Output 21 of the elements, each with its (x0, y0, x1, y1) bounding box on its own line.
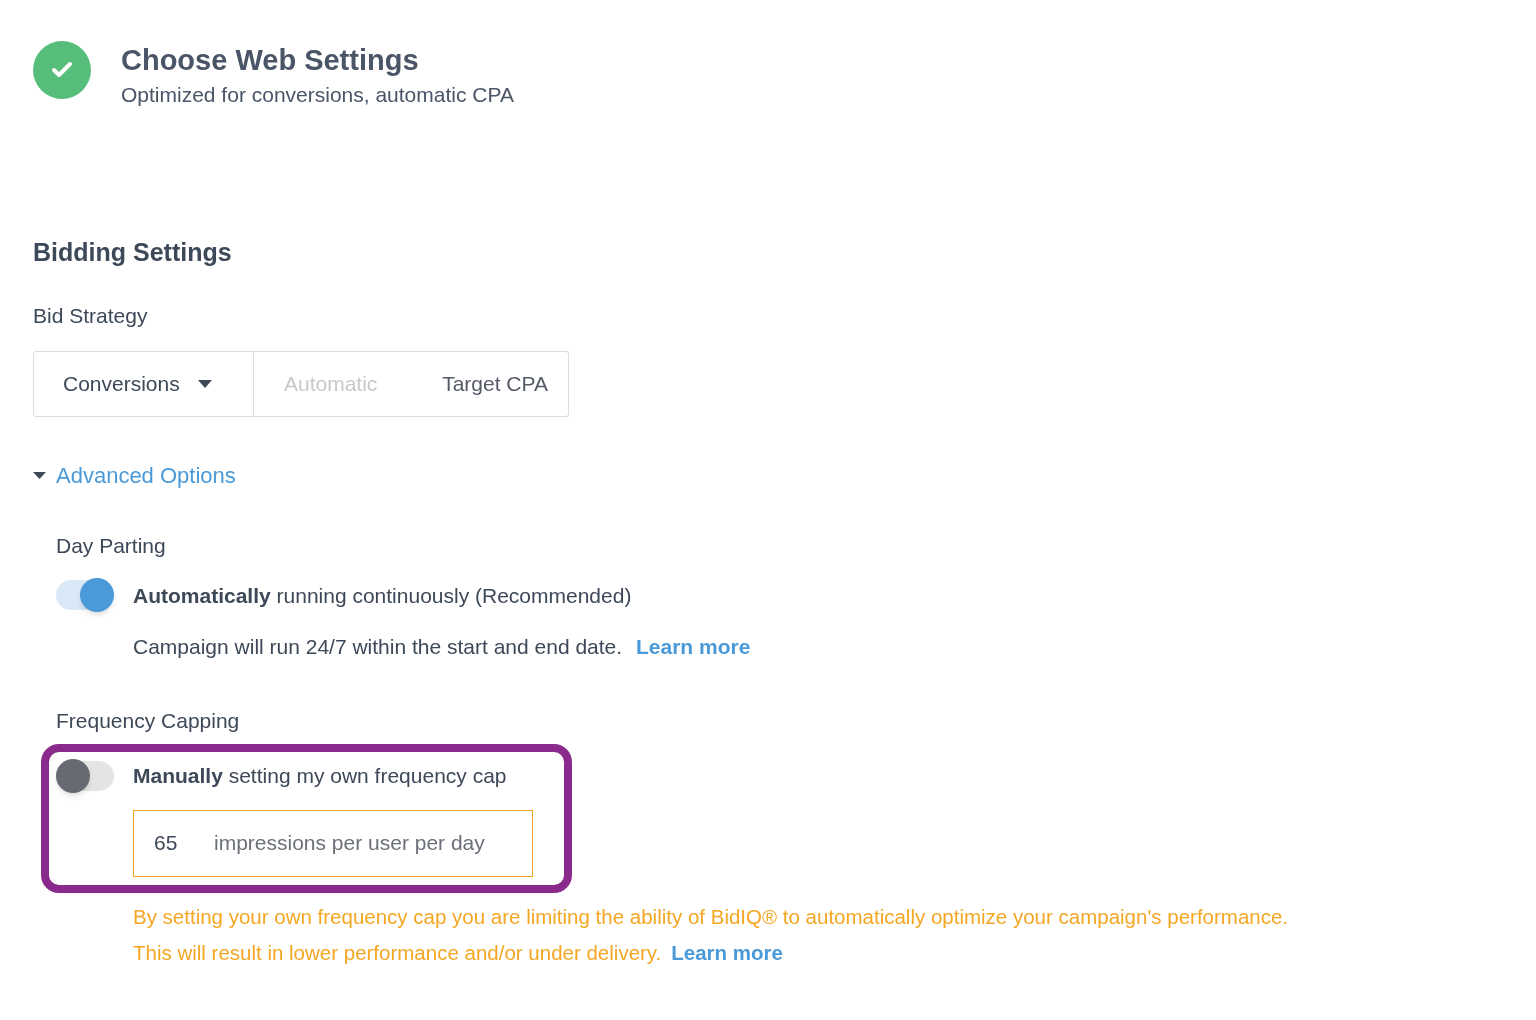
field-label: Frequency Capping (56, 708, 240, 732)
warning-text: By setting your own frequency cap you are limiting the ability of BidIQ® to automatically optimize your campaign's performance. This will result in lower performance and/or under delivery. Learn more (133, 903, 1290, 966)
advanced-options-toggle[interactable]: Advanced Options (33, 459, 236, 492)
caret-icon (197, 380, 212, 388)
field-label: Bid Strategy (33, 303, 148, 327)
section-subtitle: Optimized for conversions, automatic CPA (121, 82, 514, 108)
help-text: Campaign will run 24/7 within the start and end date. Learn more (133, 634, 752, 660)
caret-icon (33, 472, 46, 479)
bidding-heading: Bidding Settings (33, 238, 232, 266)
learn-more-link[interactable]: Learn more (671, 940, 783, 964)
field-label: Day Parting (56, 534, 166, 557)
strategy-option[interactable]: Target CPA (442, 368, 548, 400)
strategy-dropdown[interactable]: Conversions (33, 351, 254, 417)
toggle-label: Automatically running continuously (Recommended) (133, 582, 632, 609)
toggle-switch[interactable] (56, 760, 114, 791)
section-title: Choose Web Settings (121, 43, 420, 78)
unit-label: impressions per user per day (214, 830, 485, 857)
toggle-switch[interactable] (56, 580, 114, 611)
learn-more-link[interactable]: Learn more (635, 635, 751, 658)
frequency-input[interactable]: 65 (154, 827, 180, 859)
toggle-label: Manually setting my own frequency cap (133, 763, 507, 789)
